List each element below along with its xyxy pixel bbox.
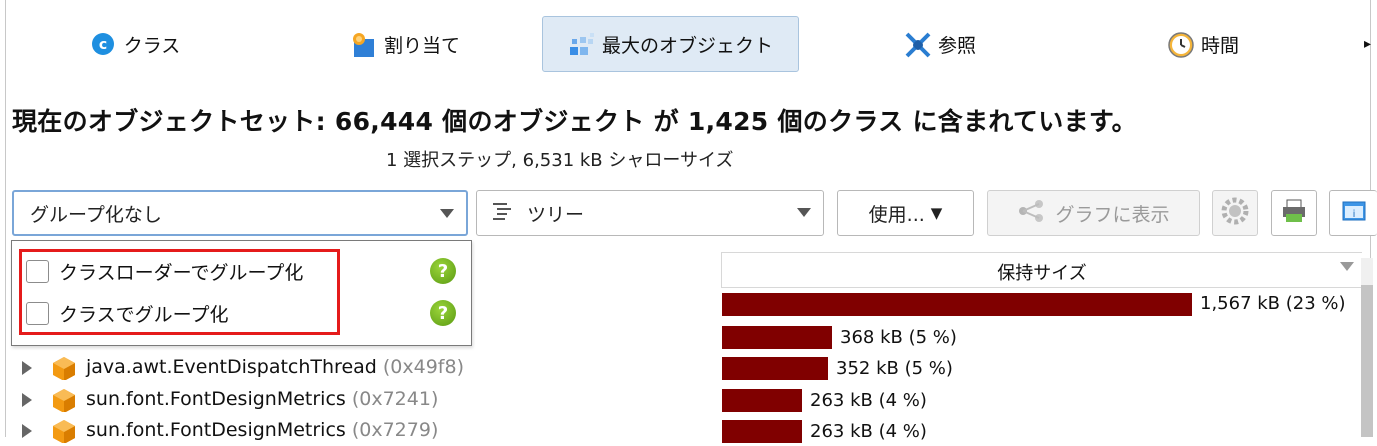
use-button[interactable]: 使用... ▼ xyxy=(837,190,974,236)
view-mode-select[interactable]: ツリー xyxy=(476,190,824,236)
retained-size-bar xyxy=(722,293,1192,316)
caret-down-icon: ▼ xyxy=(930,204,943,222)
svg-text:i: i xyxy=(1352,209,1355,220)
settings-button[interactable] xyxy=(1212,190,1258,236)
info-button[interactable]: i xyxy=(1329,190,1377,236)
help-icon[interactable]: ? xyxy=(430,300,456,326)
chevron-down-icon xyxy=(797,208,811,217)
tree-view-icon xyxy=(491,200,513,227)
retained-size-value: 352 kB (5 %) xyxy=(836,358,953,379)
grouping-select-value: グループ化なし xyxy=(30,203,162,226)
object-name: sun.font.FontDesignMetrics (0x7241) xyxy=(86,388,438,410)
tab-label: 割り当て xyxy=(383,34,460,57)
gear-icon xyxy=(1220,196,1250,231)
retained-size-header[interactable]: 保持サイズ xyxy=(722,259,1362,285)
object-cube-icon xyxy=(53,389,75,412)
help-icon[interactable]: ? xyxy=(430,258,456,284)
object-set-summary: 現在のオブジェクトセット: 66,444 個のオブジェクト が 1,425 個の… xyxy=(12,107,1137,136)
show-in-graph-label: グラフに表示 xyxy=(1055,203,1170,226)
allocation-icon xyxy=(350,31,376,57)
class-c-icon: c xyxy=(90,31,116,57)
highlight-box xyxy=(19,249,340,335)
object-cube-icon xyxy=(53,420,75,443)
printer-icon xyxy=(1279,196,1309,231)
references-icon xyxy=(904,31,931,58)
tab-label: 最大のオブジェクト xyxy=(601,34,773,57)
object-address: (0x7241) xyxy=(345,388,439,410)
retained-size-value: 263 kB (4 %) xyxy=(810,421,927,442)
tab-references[interactable]: 参照 xyxy=(885,16,995,72)
chevron-down-icon xyxy=(440,209,454,218)
tab-allocations[interactable]: 割り当て xyxy=(330,16,480,72)
clock-icon xyxy=(1167,31,1194,58)
grouping-select[interactable]: グループ化なし xyxy=(12,190,468,236)
retained-size-value: 1,567 kB (23 %) xyxy=(1200,293,1346,314)
table-header: 保持サイズ xyxy=(722,252,1362,288)
retained-size-bar xyxy=(722,326,832,349)
tab-label: 参照 xyxy=(937,34,976,57)
use-button-label: 使用... xyxy=(868,203,925,226)
scrollbar-thumb[interactable] xyxy=(1361,285,1373,437)
tab-time[interactable]: 時間 xyxy=(1158,16,1248,72)
print-button[interactable] xyxy=(1271,190,1317,236)
show-in-graph-button[interactable]: グラフに表示 xyxy=(987,190,1200,236)
retained-size-bar xyxy=(722,389,802,412)
view-mode-value: ツリー xyxy=(527,203,585,226)
expand-arrow-icon[interactable] xyxy=(22,393,32,407)
table-row[interactable]: sun.font.FontDesignMetrics (0x7279) 263 k… xyxy=(0,418,1360,446)
object-name: sun.font.FontDesignMetrics (0x7279) xyxy=(86,419,438,441)
object-class-name: java.awt.EventDispatchThread xyxy=(86,356,377,378)
tab-classes[interactable]: c クラス xyxy=(60,16,210,72)
graph-icon xyxy=(1017,199,1045,228)
svg-text:c: c xyxy=(99,37,107,53)
tab-label: クラス xyxy=(123,34,181,57)
table-row[interactable]: sun.font.FontDesignMetrics (0x7241) 263 k… xyxy=(0,387,1360,415)
expand-arrow-icon[interactable] xyxy=(22,361,32,375)
selection-steps-info: 1 選択ステップ, 6,531 kB シャローサイズ xyxy=(386,150,734,171)
column-separator xyxy=(721,252,722,288)
object-class-name: sun.font.FontDesignMetrics xyxy=(86,388,346,410)
object-cube-icon xyxy=(53,357,75,380)
info-window-icon: i xyxy=(1340,197,1368,230)
biggest-objects-icon xyxy=(568,31,594,57)
retained-size-value: 368 kB (5 %) xyxy=(840,327,957,348)
object-name: java.awt.EventDispatchThread (0x49f8) xyxy=(86,356,464,378)
table-row[interactable]: java.awt.EventDispatchThread (0x49f8) 352… xyxy=(0,355,1360,383)
tab-label: 時間 xyxy=(1200,34,1239,57)
sort-descending-icon[interactable] xyxy=(1340,262,1354,271)
object-address: (0x49f8) xyxy=(376,356,464,378)
retained-size-bar xyxy=(722,420,802,443)
retained-size-bar xyxy=(722,357,828,380)
tab-biggest-objects[interactable]: 最大のオブジェクト xyxy=(542,16,799,72)
expand-arrow-icon[interactable] xyxy=(22,424,32,438)
retained-size-value: 263 kB (4 %) xyxy=(810,390,927,411)
object-address: (0x7279) xyxy=(345,419,439,441)
tabs-scroll-right-icon[interactable]: ▸ xyxy=(1364,36,1371,52)
object-class-name: sun.font.FontDesignMetrics xyxy=(86,419,346,441)
